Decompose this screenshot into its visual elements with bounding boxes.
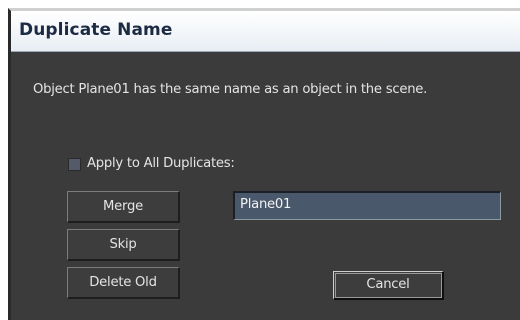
apply-all-label[interactable]: Apply to All Duplicates: xyxy=(87,156,235,171)
apply-all-checkbox[interactable] xyxy=(68,158,81,171)
skip-button[interactable]: Skip xyxy=(67,229,180,261)
cancel-button[interactable]: Cancel xyxy=(333,271,444,300)
dialog-title: Duplicate Name xyxy=(19,20,173,40)
name-input[interactable]: Plane01 xyxy=(233,191,501,220)
duplicate-message: Object Plane01 has the same name as an o… xyxy=(33,82,428,97)
delete-old-button[interactable]: Delete Old xyxy=(67,267,180,299)
duplicate-name-dialog: Duplicate Name Object Plane01 has the sa… xyxy=(8,8,520,320)
merge-button[interactable]: Merge xyxy=(67,191,180,223)
title-bar[interactable]: Duplicate Name xyxy=(11,11,520,52)
